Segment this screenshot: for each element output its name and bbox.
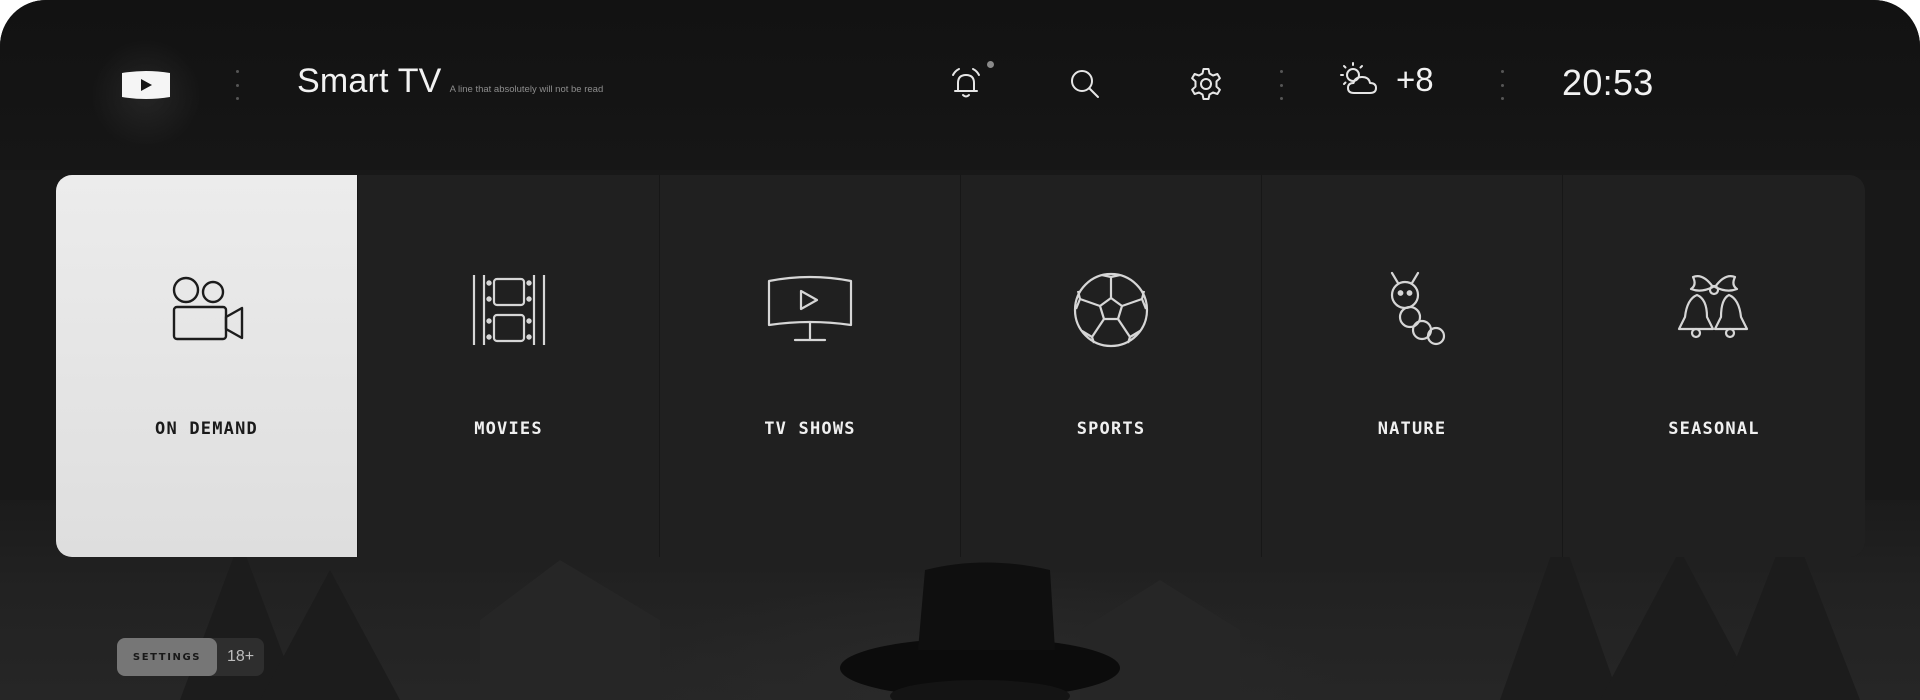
category-seasonal[interactable]: SEASONAL [1563,175,1865,557]
category-label: SEASONAL [1668,419,1760,439]
settings-badge-button[interactable]: SETTINGS [117,638,217,676]
age-rating-badge: 18+ [211,638,265,676]
category-nature[interactable]: NATURE [1262,175,1563,557]
video-camera-icon [172,276,243,341]
notification-dot [987,61,994,68]
category-label: ON DEMAND [155,419,258,439]
category-sports[interactable]: SPORTS [961,175,1262,557]
category-label: SPORTS [1076,419,1146,439]
tv-screen: Smart TV A line that absolutely will not… [0,0,1920,700]
play-logo-icon [122,71,170,99]
category-movies[interactable]: MOVIES [358,175,660,557]
weather-widget: +8 [1338,60,1434,100]
divider-dots [1279,70,1283,100]
film-strip-icon [472,275,545,345]
christmas-bells-icon [1677,275,1749,339]
category-tv-shows[interactable]: TV SHOWS [660,175,961,557]
partly-cloudy-icon [1340,62,1377,94]
divider-dots [235,70,239,100]
tv-play-icon [767,275,853,342]
top-bar: Smart TV A line that absolutely will not… [0,0,1920,170]
featured-badges: SETTINGS 18+ [117,638,265,676]
search-icon [1071,70,1099,98]
brand: Smart TV A line that absolutely will not… [297,62,603,101]
soccer-ball-icon [1073,272,1149,348]
settings-button[interactable] [1184,62,1228,106]
app-subtitle: A line that absolutely will not be read [449,84,604,95]
category-label: MOVIES [474,419,543,439]
home-logo-button[interactable] [120,68,172,102]
clock: 20:53 [1562,62,1654,103]
category-strip: ON DEMAND MOVIES TV SHOWS SPORTS NATURE … [56,175,1865,557]
caterpillar-icon [1390,271,1446,346]
alarm-bell-icon [952,68,980,98]
category-label: NATURE [1377,419,1447,439]
temperature: +8 [1396,61,1434,98]
category-label: TV SHOWS [764,419,856,439]
notifications-button[interactable] [944,62,988,106]
app-title: Smart TV [297,62,442,100]
category-on-demand[interactable]: ON DEMAND [56,175,358,557]
gear-icon [1191,68,1221,100]
divider-dots [1500,70,1504,100]
search-button[interactable] [1063,62,1107,106]
